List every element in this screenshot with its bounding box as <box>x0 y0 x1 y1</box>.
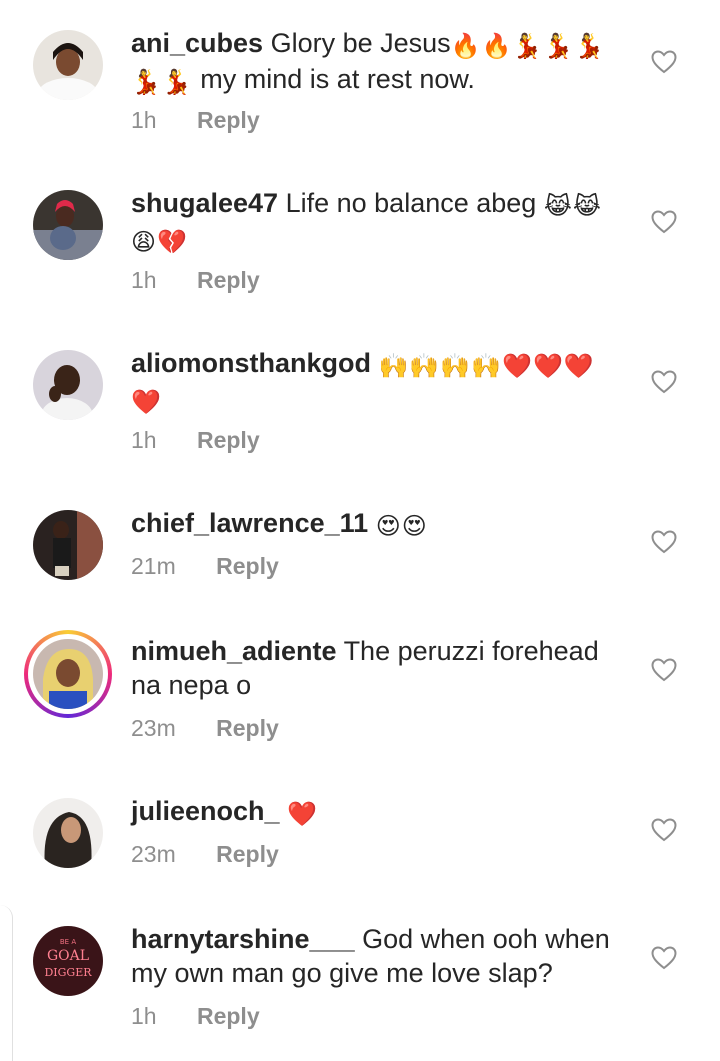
comment-time: 23m <box>131 715 176 741</box>
avatar-sign-text: DIGGER <box>44 966 92 979</box>
panel-edge <box>0 905 13 1061</box>
reply-button[interactable]: Reply <box>197 427 260 454</box>
heart-outline-icon[interactable] <box>651 210 677 234</box>
avatar-sign-text: BE A <box>60 938 76 946</box>
comment-body: na nepa o <box>131 670 252 700</box>
avatar <box>33 639 103 709</box>
comment-username[interactable]: shugalee47 <box>131 188 278 218</box>
comment-text: aliomonsthankgod 🙌🙌🙌🙌❤️❤️❤️ ❤️ <box>131 346 611 418</box>
comment-meta: 23m Reply <box>131 841 279 868</box>
comment-body: Life no balance abeg <box>285 188 537 218</box>
comment-text: nimueh_adiente The peruzzi forehead na n… <box>131 634 611 702</box>
comment-emoji: 😩💔 <box>131 229 188 256</box>
avatar-story-ring[interactable] <box>24 630 112 718</box>
comment-meta: 1h Reply <box>131 427 260 454</box>
comment-username[interactable]: aliomonsthankgod <box>131 348 371 378</box>
reply-button[interactable]: Reply <box>197 107 260 134</box>
comment-time: 21m <box>131 553 176 579</box>
reply-button[interactable]: Reply <box>216 715 279 742</box>
comment-emoji: ❤️ <box>287 801 318 828</box>
comment-text: chief_lawrence_11 😍😍 <box>131 506 611 542</box>
comment-meta: 1h Reply <box>131 1003 260 1030</box>
avatar[interactable] <box>33 30 103 100</box>
comment-emoji: 🔥🔥💃💃💃 <box>450 33 606 60</box>
comment-meta: 1h Reply <box>131 107 260 134</box>
reply-button[interactable]: Reply <box>216 841 279 868</box>
comment-emoji: 🙌🙌🙌🙌❤️❤️❤️ <box>378 353 595 380</box>
comment-body: Glory be Jesus <box>270 28 451 58</box>
comment-username[interactable]: harnytarshine___ <box>131 924 355 954</box>
avatar-sign-text: GOAL <box>47 948 89 964</box>
comment-emoji: ❤️ <box>131 389 162 416</box>
avatar[interactable] <box>33 510 103 580</box>
avatar[interactable] <box>33 798 103 868</box>
comment-username[interactable]: julieenoch_ <box>131 796 280 826</box>
comment-emoji: 😹😹 <box>543 193 602 220</box>
avatar-ring-gap <box>28 634 108 714</box>
comment-username[interactable]: ani_cubes <box>131 28 263 58</box>
comment-text: harnytarshine___ God when ooh when my ow… <box>131 922 611 990</box>
comment-text: julieenoch_ ❤️ <box>131 794 611 830</box>
comment-username[interactable]: nimueh_adiente <box>131 636 337 666</box>
avatar[interactable]: BE A GOAL DIGGER <box>33 926 103 996</box>
comment-body: my mind is at rest now. <box>200 64 475 94</box>
comment-meta: 23m Reply <box>131 715 279 742</box>
avatar[interactable] <box>33 190 103 260</box>
comment-meta: 21m Reply <box>131 553 279 580</box>
comment-body: The peruzzi forehead <box>343 636 599 666</box>
comment-text: shugalee47 Life no balance abeg 😹😹 😩💔 <box>131 186 611 258</box>
comment-emoji: 😍😍 <box>375 513 428 540</box>
comment-time: 23m <box>131 841 176 867</box>
comment-emoji: 💃💃 <box>131 69 193 96</box>
heart-outline-icon[interactable] <box>651 946 677 970</box>
reply-button[interactable]: Reply <box>197 267 260 294</box>
heart-outline-icon[interactable] <box>651 818 677 842</box>
comment-text: ani_cubes Glory be Jesus🔥🔥💃💃💃 💃💃 my mind… <box>131 26 611 98</box>
reply-button[interactable]: Reply <box>216 553 279 580</box>
comment-body: God when ooh when <box>362 924 610 954</box>
avatar[interactable] <box>33 350 103 420</box>
heart-outline-icon[interactable] <box>651 50 677 74</box>
reply-button[interactable]: Reply <box>197 1003 260 1030</box>
heart-outline-icon[interactable] <box>651 530 677 554</box>
comment-body: my own man go give me love slap? <box>131 958 553 988</box>
comment-time: 1h <box>131 427 157 453</box>
comment-time: 1h <box>131 267 157 293</box>
heart-outline-icon[interactable] <box>651 370 677 394</box>
comment-username[interactable]: chief_lawrence_11 <box>131 508 368 538</box>
comment-time: 1h <box>131 107 157 133</box>
comment-meta: 1h Reply <box>131 267 260 294</box>
heart-outline-icon[interactable] <box>651 658 677 682</box>
comment-time: 1h <box>131 1003 157 1029</box>
